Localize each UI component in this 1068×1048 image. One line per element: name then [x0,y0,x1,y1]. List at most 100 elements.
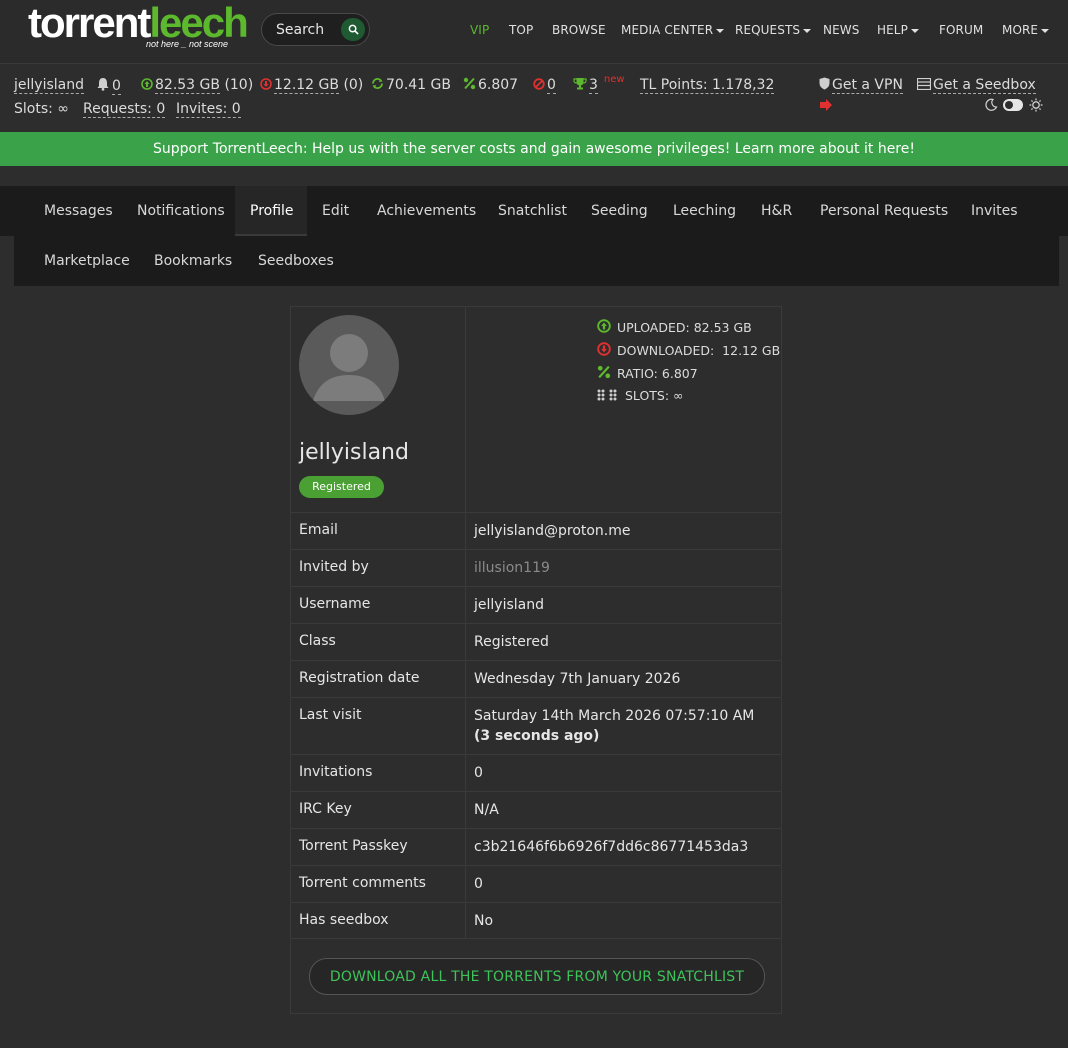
nav-top[interactable]: TOP [509,23,533,37]
arrow-up-circle-icon [141,78,153,90]
nav-vip[interactable]: VIP [470,23,489,37]
notifications-count: 0 [112,78,121,95]
nav-browse[interactable]: BROWSE [552,23,606,37]
row-value-irc-key: N/A [474,802,499,818]
toggle-knob [1005,101,1013,109]
profile-uploaded-value: 82.53 GB [693,320,752,335]
nav-news[interactable]: NEWS [823,23,859,37]
new-badge: new [603,74,625,85]
stats-slots: Slots: ∞ [14,101,69,117]
table-row: Invited by illusion119 [291,549,781,586]
row-label-registration-date: Registration date [299,670,420,686]
row-label-class: Class [299,633,336,649]
row-label-last-visit: Last visit [299,707,362,723]
nav-help[interactable]: HELP [877,23,919,38]
nav-requests-label: REQUESTS [735,23,801,37]
row-label-passkey: Torrent Passkey [299,838,408,854]
uploaded-amount: 82.53 GB [155,77,220,94]
last-visit-relative: (3 seconds ago) [474,728,600,744]
stats-downloaded[interactable]: 12.12 GB (0) [260,77,364,94]
profile-ratio-value: 6.807 [661,366,698,381]
tab-seeding[interactable]: Seeding [591,203,648,219]
refresh-icon [372,78,383,89]
sign-out-icon [820,99,832,111]
logout-button[interactable] [819,98,835,116]
tab-snatchlist[interactable]: Snatchlist [498,203,567,219]
stats-username[interactable]: jellyisland [14,77,84,94]
achievements-count: 3 [589,77,598,94]
profile-slots-value: ∞ [673,388,684,403]
user-stats-bar: jellyisland 0 82.53 GB (10) 12.12 GB (0)… [0,65,1068,131]
class-badge: Registered [299,476,384,498]
stats-requests[interactable]: Requests: 0 [83,101,166,118]
profile-downloaded-value: 12.12 GB [722,343,781,358]
uploaded-count: (10) [224,77,254,93]
slots-icon [597,389,617,401]
tab-messages[interactable]: Messages [44,203,113,219]
row-value-torrent-comments: 0 [474,876,483,892]
row-label-username: Username [299,596,371,612]
row-value-has-seedbox: No [474,913,494,929]
stats-notifications[interactable]: 0 [96,77,121,95]
stats-ratio[interactable]: 6.807 [463,77,518,93]
stats-hnr[interactable]: 0 [533,77,556,94]
tab-invites[interactable]: Invites [971,203,1018,219]
row-value-last-visit: Saturday 14th March 2026 07:57:10 AM (3 … [474,708,755,744]
tab-notifications[interactable]: Notifications [137,203,225,219]
stats-tl-points[interactable]: TL Points: 1.178,32 [640,77,775,94]
stats-seedbonus[interactable]: 70.41 GB [371,77,451,93]
row-label-irc-key: IRC Key [299,801,352,817]
table-row: Class Registered [291,623,781,660]
tab-edit[interactable]: Edit [322,203,349,219]
percent-icon [463,77,476,90]
tab-seedboxes[interactable]: Seedboxes [258,253,334,269]
row-value-invitations: 0 [474,765,483,781]
sun-icon [1029,98,1043,116]
stats-uploaded[interactable]: 82.53 GB (10) [141,77,254,94]
nav-media-center[interactable]: MEDIA CENTER [621,23,725,38]
chevron-down-icon [1041,28,1050,33]
tab-bookmarks[interactable]: Bookmarks [154,253,232,269]
tab-leeching[interactable]: Leeching [673,203,736,219]
nav-more[interactable]: MORE [1002,23,1050,38]
nav-more-label: MORE [1002,23,1039,37]
invited-by-link[interactable]: illusion119 [474,558,774,578]
bell-icon [97,78,109,91]
stats-achievements[interactable]: 3 new [573,74,625,94]
arrow-up-circle-icon [597,319,611,333]
theme-toggle[interactable] [1003,99,1023,111]
site-logo[interactable]: torrentleech not here _ not scene [28,2,249,50]
table-row: Has seedbox No [291,902,781,939]
tab-hnr[interactable]: H&R [761,203,792,219]
moon-icon [984,98,998,116]
chevron-down-icon [716,28,725,33]
avatar [299,315,399,415]
get-vpn-link[interactable]: Get a VPN [819,77,903,94]
row-label-email: Email [299,522,338,538]
search-button[interactable] [341,18,365,41]
profile-tabs-row1: Messages Notifications Profile Edit Achi… [0,186,1068,236]
tab-achievements[interactable]: Achievements [377,203,476,219]
chevron-down-icon [803,28,812,33]
nav-forum[interactable]: FORUM [939,23,983,37]
profile-details-table: Email jellyisland@proton.me Invited by ill… [291,512,781,939]
profile-tabs-row2: Marketplace Bookmarks Seedboxes [14,236,1059,286]
get-seedbox-link[interactable]: Get a Seedbox [917,77,1036,94]
download-snatchlist-button[interactable]: DOWNLOAD ALL THE TORRENTS FROM YOUR SNAT… [309,958,765,995]
tab-profile[interactable]: Profile [250,203,294,219]
row-label-has-seedbox: Has seedbox [299,912,389,928]
nav-requests[interactable]: REQUESTS [735,23,812,38]
support-banner[interactable]: Support TorrentLeech: Help us with the s… [0,132,1068,166]
row-value-registration-date: Wednesday 7th January 2026 [474,671,681,687]
table-row: Invitations 0 [291,754,781,791]
row-label-invitations: Invitations [299,764,373,780]
hnr-count: 0 [547,77,556,94]
search-input[interactable] [276,21,346,39]
row-label-invited-by: Invited by [299,559,369,575]
stats-invites[interactable]: Invites: 0 [176,101,241,118]
chevron-down-icon [910,28,919,33]
tab-marketplace[interactable]: Marketplace [44,253,130,269]
profile-uploaded: UPLOADED: 82.53 GB [597,319,752,335]
downloaded-count: (0) [343,77,364,93]
tab-personal-requests[interactable]: Personal Requests [820,203,948,219]
